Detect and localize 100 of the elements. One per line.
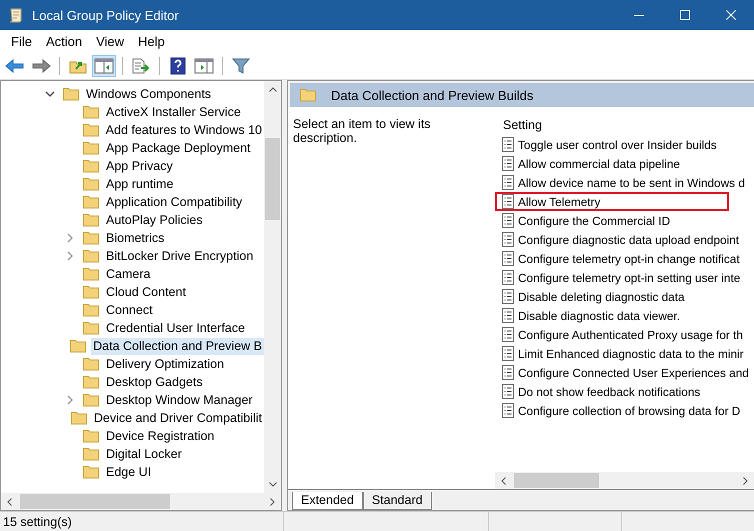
back-arrow-icon <box>5 58 25 74</box>
forward-arrow-icon <box>31 58 51 74</box>
toolbar-button[interactable] <box>92 54 116 76</box>
setting-item[interactable]: Limit Enhanced diagnostic data to the minir <box>518 346 744 360</box>
menu-item[interactable]: View <box>89 34 132 48</box>
setting-item[interactable]: Toggle user control over Insider builds <box>518 138 717 152</box>
setting-item[interactable]: Configure telemetry opt-in change notificat <box>518 252 740 266</box>
tree-item[interactable]: Desktop Window Manager <box>104 392 255 408</box>
tree-item[interactable]: AutoPlay Policies <box>104 212 205 228</box>
collapse-chevron-icon[interactable] <box>45 91 55 97</box>
folder-icon <box>83 249 99 263</box>
console-tree-icon <box>94 58 114 74</box>
tree-item[interactable]: Biometrics <box>104 230 166 246</box>
policy-setting-icon <box>502 194 514 209</box>
tree-item[interactable]: App Package Deployment <box>104 140 253 156</box>
tree-item[interactable]: Application Compatibility <box>104 194 244 210</box>
folder-icon <box>83 465 99 479</box>
setting-item[interactable]: Do not show feedback notifications <box>518 384 700 398</box>
folder-icon <box>83 141 99 155</box>
tree-item[interactable]: ActiveX Installer Service <box>104 104 243 120</box>
view-tab[interactable]: Standard <box>362 492 432 510</box>
policy-setting-icon <box>502 365 514 380</box>
menu-item[interactable]: File <box>4 34 39 48</box>
folder-icon <box>83 447 99 461</box>
tree-item[interactable]: Edge UI <box>104 464 154 480</box>
horizontal-scrollbar[interactable] <box>495 472 754 489</box>
scroll-down-icon[interactable] <box>268 482 276 487</box>
setting-item[interactable]: Configure the Commercial ID <box>518 214 670 228</box>
policy-setting-icon <box>502 232 514 247</box>
folder-icon <box>83 393 99 407</box>
policy-setting-icon <box>502 213 514 228</box>
setting-item[interactable]: Configure Authenticated Proxy usage for th <box>518 328 743 342</box>
tree-item[interactable]: Digital Locker <box>104 446 184 462</box>
menu-item[interactable]: Action <box>38 34 90 48</box>
tree-item[interactable]: Device and Driver Compatibilit <box>92 410 264 426</box>
view-tab[interactable]: Extended <box>292 492 363 510</box>
folder-icon <box>83 213 99 227</box>
menu-item[interactable]: Help <box>131 34 172 48</box>
close-icon <box>726 10 736 20</box>
folder-icon <box>83 159 99 173</box>
policy-setting-icon <box>502 156 514 171</box>
description-text: Select an item to view its description. <box>293 117 431 145</box>
policy-setting-icon <box>502 384 514 399</box>
folder-icon <box>83 321 99 335</box>
scroll-icon <box>8 7 24 23</box>
folder-icon <box>300 88 316 102</box>
tree-item[interactable]: App runtime <box>104 176 176 192</box>
expand-chevron-icon[interactable] <box>67 251 73 261</box>
tree-item[interactable]: Cloud Content <box>104 284 188 300</box>
policy-setting-icon <box>502 175 514 190</box>
scroll-up-icon[interactable] <box>268 87 276 92</box>
policy-setting-icon <box>502 270 514 285</box>
folder-icon <box>63 87 79 101</box>
vertical-scrollbar[interactable] <box>264 81 281 493</box>
tree-item[interactable]: Device Registration <box>104 428 216 444</box>
setting-item[interactable]: Disable diagnostic data viewer. <box>518 308 680 322</box>
tree-item[interactable]: Delivery Optimization <box>104 356 226 372</box>
horizontal-scrollbar[interactable] <box>1 493 281 510</box>
setting-item[interactable]: Configure Connected User Experiences and <box>518 366 749 380</box>
scroll-right-icon[interactable] <box>270 498 275 506</box>
folder-icon <box>83 303 99 317</box>
folder-icon <box>70 339 86 353</box>
tree-item[interactable]: Windows Components <box>84 86 214 102</box>
tree-item[interactable]: Connect <box>104 302 155 318</box>
tree-item[interactable]: App Privacy <box>104 158 175 174</box>
tree-item[interactable]: Desktop Gadgets <box>104 374 205 390</box>
status-text: 15 setting(s) <box>3 514 72 528</box>
expand-chevron-icon[interactable] <box>67 395 73 405</box>
scrollbar-thumb[interactable] <box>20 494 170 509</box>
folder-icon <box>83 375 99 389</box>
setting-item[interactable]: Configure collection of browsing data for D <box>518 404 740 418</box>
setting-item[interactable]: Allow commercial data pipeline <box>518 156 680 170</box>
policy-setting-icon <box>502 251 514 266</box>
filter-icon <box>232 58 250 74</box>
setting-item[interactable]: Disable deleting diagnostic data <box>518 290 685 304</box>
tree-item[interactable]: Camera <box>104 266 152 282</box>
scroll-left-icon[interactable] <box>501 476 506 484</box>
column-header[interactable]: Setting <box>503 118 542 132</box>
policy-setting-icon <box>502 403 514 418</box>
scroll-right-icon[interactable] <box>743 476 748 484</box>
policy-setting-icon <box>502 346 514 361</box>
scrollbar-thumb[interactable] <box>514 473 599 488</box>
help-icon <box>170 56 186 74</box>
tree-item[interactable]: Data Collection and Preview B <box>91 338 264 354</box>
scrollbar-thumb[interactable] <box>265 138 280 220</box>
panel-title: Data Collection and Preview Builds <box>331 88 534 102</box>
folder-icon <box>83 195 99 209</box>
scroll-left-icon[interactable] <box>7 498 12 506</box>
tree-item[interactable]: Add features to Windows 10 <box>104 122 264 138</box>
tree-item[interactable]: Credential User Interface <box>104 320 247 336</box>
tree-item[interactable]: BitLocker Drive Encryption <box>104 248 256 264</box>
setting-item[interactable]: Configure diagnostic data upload endpoint <box>518 232 740 246</box>
setting-item[interactable]: Configure telemetry opt-in setting user inte <box>518 270 740 284</box>
folder-icon <box>83 267 99 281</box>
folder-icon <box>82 123 99 137</box>
policy-setting-icon <box>502 289 514 304</box>
folder-icon <box>83 105 99 119</box>
setting-item[interactable]: Allow device name to be sent in Windows d <box>518 176 745 190</box>
expand-chevron-icon[interactable] <box>67 233 73 243</box>
folder-icon <box>70 411 87 425</box>
